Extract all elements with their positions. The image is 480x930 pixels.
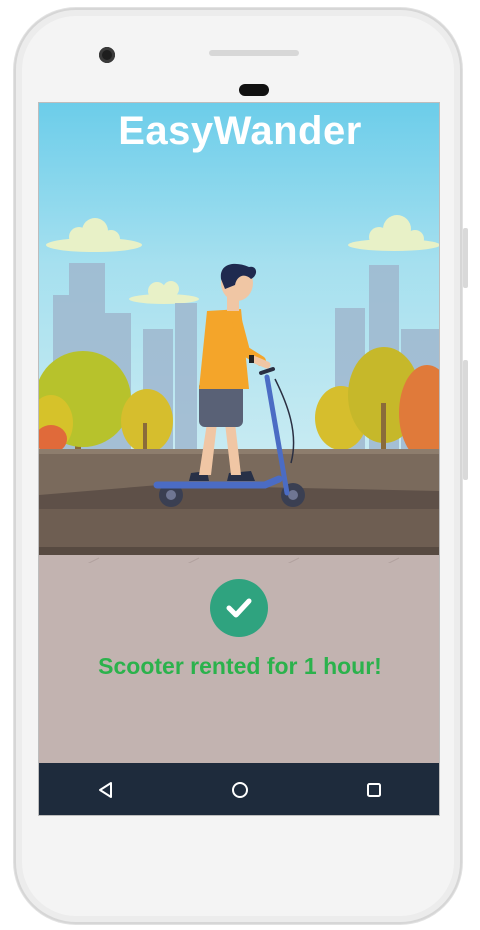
back-triangle-icon [99,782,112,798]
sidewalk-lines [87,557,400,563]
nav-back-button[interactable] [76,763,136,815]
power-button [463,228,468,288]
nav-recents-button[interactable] [344,763,404,815]
recents-square-icon [367,783,381,797]
success-badge [210,579,268,637]
nav-home-button[interactable] [210,763,270,815]
volume-button [463,360,468,480]
android-nav-bar [39,763,439,815]
front-camera [99,47,115,63]
checkmark-icon [226,598,252,618]
rental-success-message: Scooter rented for 1 hour! [98,653,382,679]
app-title: EasyWander [118,109,362,153]
home-circle-icon [232,782,248,798]
earpiece-speaker [209,50,299,56]
phone-screen: EasyWander Scooter rented for 1 hour! [38,102,440,816]
proximity-sensor [239,84,269,96]
hero-illustration [39,103,439,563]
